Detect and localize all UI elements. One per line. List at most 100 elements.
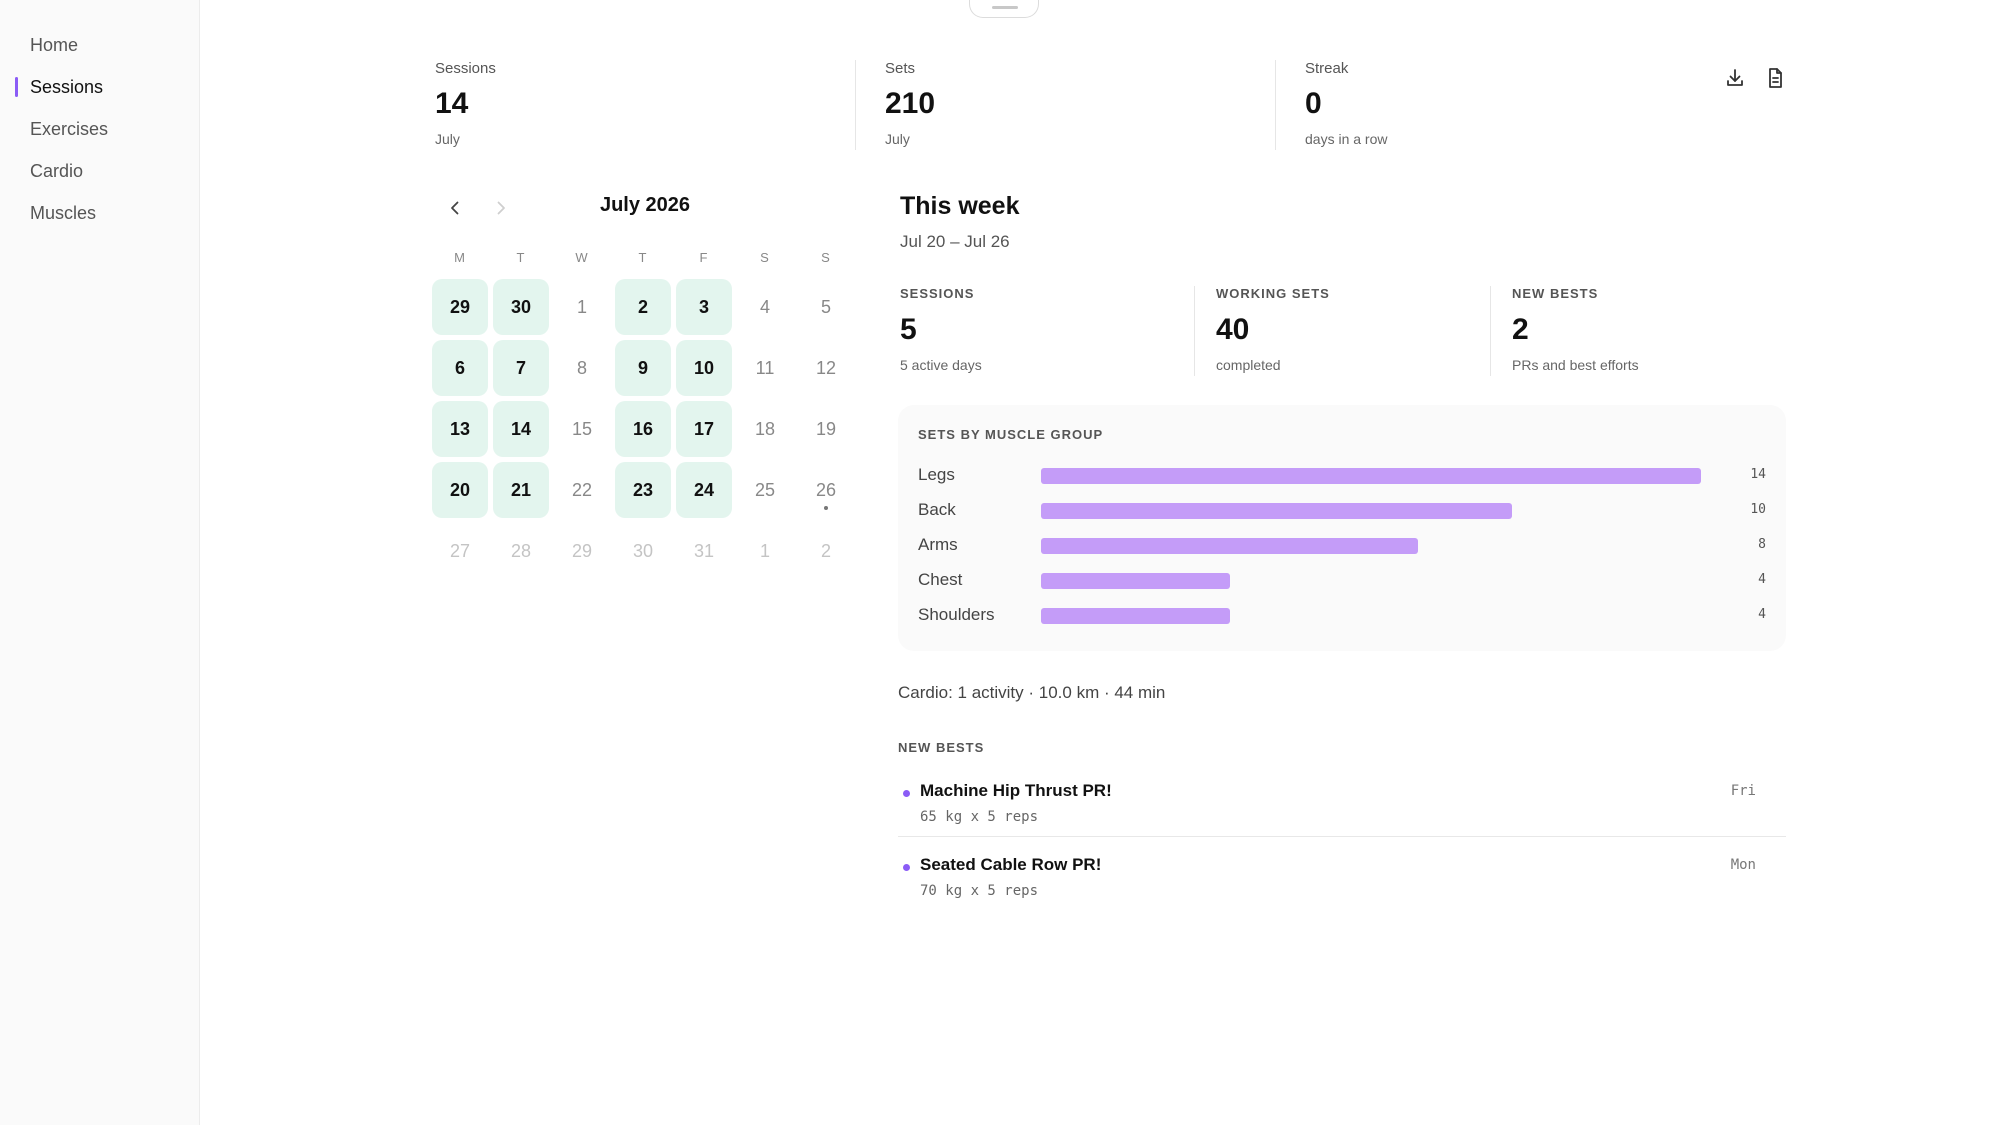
best-item[interactable]: Seated Cable Row PR! 70 kg x 5 reps Mon: [898, 851, 1786, 921]
calendar-day[interactable]: 10: [676, 340, 732, 396]
calendar-day[interactable]: 12: [798, 340, 854, 396]
best-name: Machine Hip Thrust PR!: [920, 781, 1112, 800]
week-stat-label: NEW BESTS: [1512, 286, 1599, 301]
week-stat-sub: 5 active days: [900, 357, 982, 373]
bar-track: [1041, 538, 1701, 554]
week-range: Jul 20 – Jul 26: [900, 232, 1010, 251]
best-day: Mon: [1730, 857, 1756, 873]
calendar-day[interactable]: 18: [737, 401, 793, 457]
week-stat-sub: completed: [1216, 357, 1281, 373]
calendar-day[interactable]: 20: [432, 462, 488, 518]
week-stat-sub: PRs and best efforts: [1512, 357, 1639, 373]
calendar-day[interactable]: 2: [615, 279, 671, 335]
best-detail: 70 kg x 5 reps: [920, 883, 1039, 899]
weekday-header: F: [699, 250, 709, 265]
weekday-header: S: [821, 250, 831, 265]
week-stat-sessions: SESSIONS 5 5 active days: [900, 286, 982, 373]
weekday-header: S: [760, 250, 770, 265]
sidebar: Home Sessions Exercises Cardio Muscles: [0, 0, 200, 1125]
calendar-day[interactable]: 13: [432, 401, 488, 457]
calendar-title: July 2026: [599, 194, 691, 216]
divider: [855, 60, 856, 150]
week-stat-value: 40: [1216, 313, 1250, 346]
prev-month-button[interactable]: [443, 196, 467, 220]
week-stat-label: WORKING SETS: [1216, 286, 1330, 301]
sidebar-item-exercises[interactable]: Exercises: [30, 115, 108, 143]
bar-label: Chest: [918, 570, 963, 589]
sidebar-item-muscles[interactable]: Muscles: [30, 199, 96, 227]
bar-track: [1041, 468, 1701, 484]
calendar-day[interactable]: 21: [493, 462, 549, 518]
divider: [1275, 60, 1276, 150]
bar-track: [1041, 503, 1701, 519]
calendar-day[interactable]: 22: [554, 462, 610, 518]
weekday-header: M: [454, 250, 466, 265]
next-month-button[interactable]: [489, 196, 513, 220]
calendar-day[interactable]: 7: [493, 340, 549, 396]
sets-by-muscle-card: SETS BY MUSCLE GROUP Legs 14 Back 10 Arms 8 Ch…: [898, 405, 1786, 651]
stat-value: 14: [435, 87, 469, 120]
calendar-day[interactable]: 24: [676, 462, 732, 518]
stat-label: Sets: [885, 60, 916, 77]
calendar-day[interactable]: 8: [554, 340, 610, 396]
calendar-day[interactable]: 31: [676, 523, 732, 579]
week-title: This week: [900, 192, 1020, 220]
week-stat-value: 5: [900, 313, 917, 346]
calendar-day[interactable]: 16: [615, 401, 671, 457]
calendar-day[interactable]: 2: [798, 523, 854, 579]
calendar-day[interactable]: 4: [737, 279, 793, 335]
bar-label: Legs: [918, 465, 955, 484]
stat-sub: days in a row: [1305, 131, 1388, 147]
calendar-day[interactable]: 19: [798, 401, 854, 457]
calendar-day[interactable]: 27: [432, 523, 488, 579]
bar-value: 8: [1758, 537, 1766, 552]
divider: [1194, 286, 1195, 376]
muscle-card-title: SETS BY MUSCLE GROUP: [918, 427, 1104, 442]
calendar-day[interactable]: 17: [676, 401, 732, 457]
week-stat-working-sets: WORKING SETS 40 completed: [1216, 286, 1330, 373]
divider: [898, 836, 1786, 837]
bar-fill: [1041, 503, 1512, 519]
weekday-header: T: [638, 250, 648, 265]
calendar-day[interactable]: 23: [615, 462, 671, 518]
calendar-day[interactable]: 30: [493, 279, 549, 335]
bar-value: 10: [1750, 502, 1766, 517]
calendar-day[interactable]: 9: [615, 340, 671, 396]
bar-track: [1041, 573, 1701, 589]
new-bests-title: NEW BESTS: [898, 740, 985, 755]
today-indicator-dot: [824, 506, 828, 510]
calendar-day[interactable]: 29: [432, 279, 488, 335]
weekday-header: T: [516, 250, 526, 265]
sidebar-item-sessions[interactable]: Sessions: [30, 73, 103, 101]
calendar-day[interactable]: 29: [554, 523, 610, 579]
drag-handle[interactable]: [969, 0, 1039, 18]
bar-fill: [1041, 538, 1418, 554]
sidebar-item-cardio[interactable]: Cardio: [30, 157, 83, 185]
calendar-day[interactable]: 14: [493, 401, 549, 457]
calendar-day[interactable]: 5: [798, 279, 854, 335]
calendar-day[interactable]: 1: [737, 523, 793, 579]
calendar-day[interactable]: 25: [737, 462, 793, 518]
download-icon[interactable]: [1723, 66, 1747, 90]
calendar-day[interactable]: 15: [554, 401, 610, 457]
calendar-day[interactable]: 6: [432, 340, 488, 396]
bar-value: 4: [1758, 572, 1766, 587]
stat-label: Streak: [1305, 60, 1349, 77]
bar-label: Back: [918, 500, 956, 519]
active-nav-indicator: [15, 77, 18, 97]
bar-fill: [1041, 573, 1230, 589]
sidebar-item-home[interactable]: Home: [30, 31, 78, 59]
calendar-day[interactable]: 30: [615, 523, 671, 579]
document-icon[interactable]: [1763, 66, 1787, 90]
bar-fill: [1041, 468, 1701, 484]
stat-label: Sessions: [435, 60, 496, 77]
stat-sub: July: [435, 131, 460, 147]
bar-label: Arms: [918, 535, 958, 554]
calendar-day[interactable]: 28: [493, 523, 549, 579]
best-day: Fri: [1730, 783, 1756, 799]
bar-value: 14: [1750, 467, 1766, 482]
stat-sets: Sets 210 July: [885, 60, 935, 147]
calendar-day[interactable]: 1: [554, 279, 610, 335]
calendar-day[interactable]: 3: [676, 279, 732, 335]
calendar-day[interactable]: 11: [737, 340, 793, 396]
